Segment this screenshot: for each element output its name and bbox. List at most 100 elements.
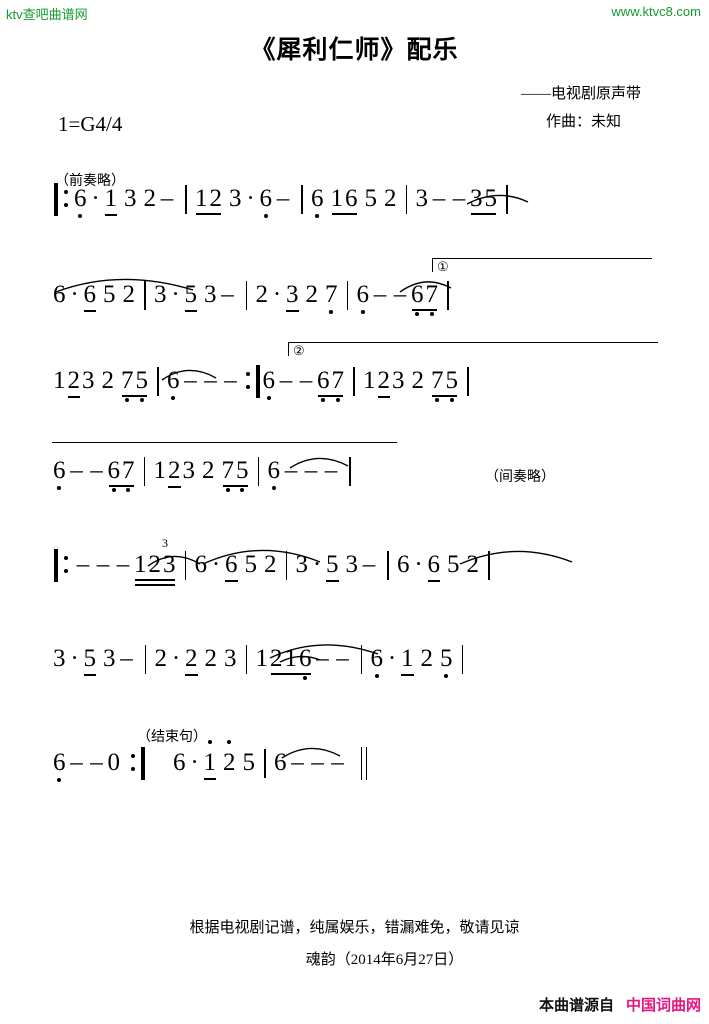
augmentation-dot: · (312, 551, 322, 578)
note: 6 (53, 281, 66, 308)
duration-dash: – (362, 551, 376, 578)
note: 3 (163, 551, 176, 578)
note: 6 (397, 551, 410, 578)
note: 5 (440, 645, 453, 678)
duration-dash: – (224, 367, 237, 394)
note: 3 (224, 645, 237, 672)
note: 2 (411, 367, 425, 394)
music-line-2: ① 6 · 6 5 2 3 · 5 3 – 2 · 3 2 7 6 – – 6 … (0, 252, 709, 328)
note: 6 (53, 749, 66, 782)
repeat-start-sign (52, 183, 73, 216)
note: 3 (345, 551, 359, 578)
note: 6 (83, 280, 98, 312)
note: 1 (330, 185, 344, 212)
footer-brand-site[interactable]: 中国词曲网 (626, 997, 701, 1014)
note: 5 (184, 280, 199, 312)
duration-dash: – (116, 551, 130, 578)
duration-dash: – (291, 749, 304, 776)
note: 7 (221, 457, 234, 492)
duration-dash: – (432, 185, 446, 212)
footer-brand-prefix: 本曲谱源自 (538, 997, 614, 1014)
final-barline (357, 747, 375, 780)
barline (136, 456, 153, 486)
repeat-start-sign (52, 549, 73, 582)
barline (149, 366, 166, 396)
duration-dash: – (96, 551, 110, 578)
note: 2 (154, 645, 168, 672)
note: 5 (244, 551, 258, 578)
note: 6 (53, 457, 66, 490)
beam-group: 3 5 (469, 184, 498, 215)
note: 2 (264, 551, 277, 578)
note: 1 (53, 367, 66, 394)
music-line-7: （结束句） 6 – – 0 6 · 1 2 5 6 – – – (0, 712, 709, 788)
note: 6 (427, 550, 442, 582)
note: 7 (122, 457, 135, 492)
footer-note: 根据电视剧记谱，纯属娱乐，错漏难免，敬请见谅 (189, 920, 520, 936)
beam-group: 7 5 (120, 366, 149, 402)
augmentation-dot: · (387, 645, 397, 672)
note: 2 (377, 366, 392, 398)
note: 3 (295, 551, 309, 578)
volta-bracket-2-continued (52, 442, 397, 456)
note: 3 (285, 280, 300, 312)
note: 2 (223, 740, 236, 776)
subtitle-source: ——电视剧原声带 (520, 86, 641, 102)
barline (498, 184, 515, 214)
note: 2 (148, 551, 162, 578)
volta-number-1: ① (437, 259, 449, 274)
note: 3 (182, 457, 196, 484)
duration-dash: – (299, 367, 313, 394)
note-row-5: – – – 1 2 3 6 · 6 5 2 3 · 5 3 – 6 · 6 5 … (52, 549, 497, 594)
duration-dash: – (336, 645, 349, 672)
barline (177, 550, 194, 580)
duration-dash: – (204, 367, 217, 394)
duration-dash: – (70, 749, 83, 776)
duration-dash: – (160, 185, 174, 212)
duration-dash: – (90, 457, 103, 484)
duration-dash: – (304, 457, 318, 484)
barline (353, 644, 370, 674)
duration-dash: – (393, 281, 407, 308)
augmentation-dot: · (91, 185, 100, 212)
note: 2 (420, 645, 434, 672)
duration-dash: – (311, 749, 324, 776)
note: 2 (466, 551, 480, 578)
duration-dash: – (316, 645, 329, 672)
note: 6 (173, 749, 186, 776)
note: 6 (262, 367, 275, 400)
note: 5 (484, 185, 498, 212)
barline (398, 184, 415, 214)
music-line-4: （间奏略） 6 – – 6 7 1 2 3 2 7 5 6 – – – (0, 424, 709, 500)
barline (278, 550, 295, 580)
beam-group: 1 6 (330, 184, 359, 215)
duration-dash: – (279, 367, 293, 394)
barline (238, 644, 255, 674)
repeat-end-sign (241, 365, 262, 398)
barline (293, 184, 310, 214)
augmentation-dot: · (70, 645, 79, 672)
note: 2 (184, 644, 199, 676)
beam-group: 7 5 (221, 456, 250, 492)
note-row-3: 1 2 3 2 7 5 6 – – – 6 – – 6 7 1 2 3 2 7 … (52, 365, 476, 410)
augmentation-dot: · (190, 749, 199, 776)
note-row-1: 6 · 1 3 2 – 1 2 3 · 6 – 6 1 6 5 2 3 – – (52, 183, 515, 228)
note: 6 (74, 185, 87, 218)
duration-dash: – (373, 281, 387, 308)
note: 5 (447, 551, 460, 578)
barline (454, 644, 471, 674)
barline (256, 748, 273, 778)
note: 2 (305, 281, 319, 308)
beam-group: 2 1 6 (269, 644, 313, 680)
barline (379, 550, 396, 580)
note: 7 (331, 367, 344, 402)
barline (137, 644, 154, 674)
site-watermark-left: ktv查吧曲谱网 (6, 7, 88, 22)
footer-signature: 魂韵（2014年6月27日） (305, 952, 464, 968)
note: 6 (311, 185, 324, 218)
note: 5 (242, 749, 256, 776)
note: 6 (259, 185, 272, 218)
music-line-1: （前奏略） 6 · 1 3 2 – 1 2 3 · 6 – 6 1 6 5 2 … (0, 168, 709, 244)
note: 2 (101, 367, 115, 394)
duration-dash: – (76, 551, 90, 578)
